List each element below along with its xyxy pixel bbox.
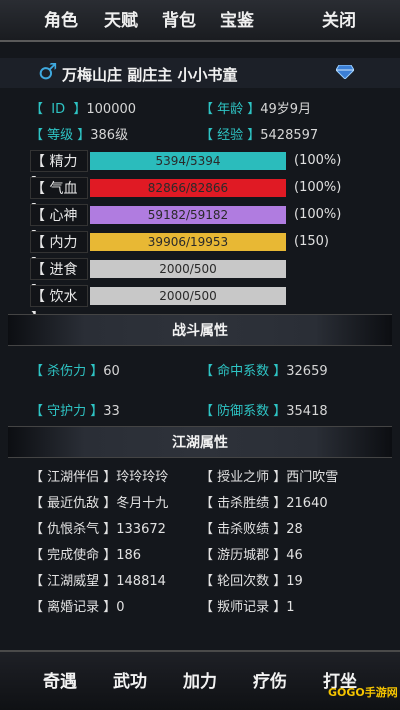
jianghu-attribute-label: 【 离婚记录 】 [30, 600, 117, 615]
jianghu-attribute-label: 【 轮回次数 】 [200, 574, 287, 589]
jianghu-attribute-value: 西门吹雪 [286, 470, 339, 485]
stat-percent: (100%) [294, 207, 342, 222]
combat-attribute-value: 60 [103, 364, 120, 379]
stat-bar: 39906/19953 [90, 233, 286, 251]
watermark-logo: GOGO手游网 [328, 686, 398, 699]
stat-percent: (150) [294, 234, 329, 249]
stat-percent: (100%) [294, 180, 342, 195]
stat-bar: 82866/82866 [90, 179, 286, 197]
jianghu-attribute-label: 【 最近仇敌 】 [30, 496, 117, 511]
close-button[interactable]: 关闭 [318, 8, 360, 34]
stat-label: 【 进食 】 [30, 258, 88, 300]
jianghu-attribute-value: 28 [286, 522, 303, 537]
male-gender-icon: ♂ [38, 60, 58, 85]
combat-attribute-value: 35418 [286, 404, 328, 419]
character-title: 万梅山庄 副庄主 小小书童 [62, 66, 238, 84]
level-field: 【 等级 】386级 [30, 128, 129, 143]
stat-bar-value: 59182/59182 [147, 208, 229, 222]
jianghu-attribute-label: 【 仇恨杀气 】 [30, 522, 117, 537]
jianghu-attribute-label: 【 游历城郡 】 [200, 548, 287, 563]
jianghu-attribute-value: 133672 [116, 522, 166, 537]
add-power-button[interactable]: 加力 [170, 662, 230, 702]
jianghu-attribute-label: 【 授业之师 】 [200, 470, 287, 485]
jianghu-attribute-value: 玲玲玲玲 [116, 470, 169, 485]
jianghu-attribute-value: 46 [286, 548, 303, 563]
combat-attribute-label: 【 守护力 】 [30, 404, 104, 419]
jianghu-attribute: 【 授业之师 】西门吹雪 [200, 466, 338, 485]
combat-attribute: 【 守护力 】33 [30, 400, 120, 419]
jianghu-attribute-label: 【 江湖伴侣 】 [30, 470, 117, 485]
combat-attribute-value: 33 [103, 404, 120, 419]
jianghu-attribute: 【 最近仇敌 】冬月十九 [30, 492, 168, 511]
adventure-button[interactable]: 奇遇 [30, 662, 90, 702]
profile-header: ♂ 万梅山庄 副庄主 小小书童 [0, 58, 400, 88]
martial-arts-button[interactable]: 武功 [100, 662, 160, 702]
combat-attribute-label: 【 命中系数 】 [200, 364, 287, 379]
id-field: 【 ID 】100000 [30, 102, 137, 117]
tab-inventory[interactable]: 背包 [158, 8, 200, 34]
stat-bar-value: 5394/5394 [155, 154, 221, 168]
exp-field: 【 经验 】5428597 [200, 128, 319, 143]
stat-bar-value: 82866/82866 [147, 181, 229, 195]
jianghu-attribute: 【 江湖威望 】148814 [30, 570, 166, 589]
jianghu-attribute: 【 击杀败绩 】28 [200, 518, 303, 537]
tab-treasure-book[interactable]: 宝鉴 [216, 8, 258, 34]
jianghu-attribute-value: 186 [116, 548, 142, 563]
tab-talent[interactable]: 天赋 [100, 8, 142, 34]
stat-bar-value: 2000/500 [159, 262, 217, 276]
jianghu-attribute: 【 仇恨杀气 】133672 [30, 518, 166, 537]
top-tab-bar: 角色 天赋 背包 宝鉴 关闭 [0, 0, 400, 42]
stat-bar: 2000/500 [90, 287, 286, 305]
stat-label: 【 精力 】 [30, 150, 88, 192]
diamond-gem-icon[interactable] [336, 65, 354, 79]
jianghu-attribute: 【 离婚记录 】0 [30, 596, 125, 615]
jianghu-attribute-value: 21640 [286, 496, 328, 511]
combat-section-header: 战斗属性 [8, 314, 392, 346]
combat-attribute-label: 【 杀伤力 】 [30, 364, 104, 379]
stat-label: 【 饮水 】 [30, 285, 88, 327]
stat-bar-value: 2000/500 [159, 289, 217, 303]
jianghu-attribute-label: 【 江湖威望 】 [30, 574, 117, 589]
stat-bar: 2000/500 [90, 260, 286, 278]
stat-label: 【 心神 】 [30, 204, 88, 246]
jianghu-attribute-label: 【 击杀败绩 】 [200, 522, 287, 537]
jianghu-attribute-label: 【 完成使命 】 [30, 548, 117, 563]
combat-attribute: 【 防御系数 】35418 [200, 400, 328, 419]
jianghu-attribute-value: 1 [286, 600, 295, 615]
combat-attribute: 【 杀伤力 】60 [30, 360, 120, 379]
stat-bar: 59182/59182 [90, 206, 286, 224]
jianghu-attribute-value: 19 [286, 574, 303, 589]
stat-bar: 5394/5394 [90, 152, 286, 170]
combat-attribute: 【 命中系数 】32659 [200, 360, 328, 379]
jianghu-attribute: 【 江湖伴侣 】玲玲玲玲 [30, 466, 168, 485]
jianghu-attribute: 【 叛师记录 】1 [200, 596, 295, 615]
jianghu-attribute-value: 0 [116, 600, 125, 615]
jianghu-attribute: 【 击杀胜绩 】21640 [200, 492, 328, 511]
heal-button[interactable]: 疗伤 [240, 662, 300, 702]
jianghu-section-header: 江湖属性 [8, 426, 392, 458]
tab-character[interactable]: 角色 [40, 8, 82, 34]
stat-label: 【 内力 】 [30, 231, 88, 273]
age-field: 【 年龄 】49岁9月 [200, 102, 312, 117]
jianghu-attribute: 【 游历城郡 】46 [200, 544, 303, 563]
jianghu-attribute: 【 完成使命 】186 [30, 544, 141, 563]
stat-bar-value: 39906/19953 [147, 235, 229, 249]
stat-percent: (100%) [294, 153, 342, 168]
jianghu-attribute-value: 148814 [116, 574, 166, 589]
jianghu-attribute-label: 【 击杀胜绩 】 [200, 496, 287, 511]
combat-attribute-label: 【 防御系数 】 [200, 404, 287, 419]
stat-label: 【 气血 】 [30, 177, 88, 219]
jianghu-attribute: 【 轮回次数 】19 [200, 570, 303, 589]
jianghu-attribute-value: 冬月十九 [116, 496, 169, 511]
jianghu-attribute-label: 【 叛师记录 】 [200, 600, 287, 615]
combat-attribute-value: 32659 [286, 364, 328, 379]
